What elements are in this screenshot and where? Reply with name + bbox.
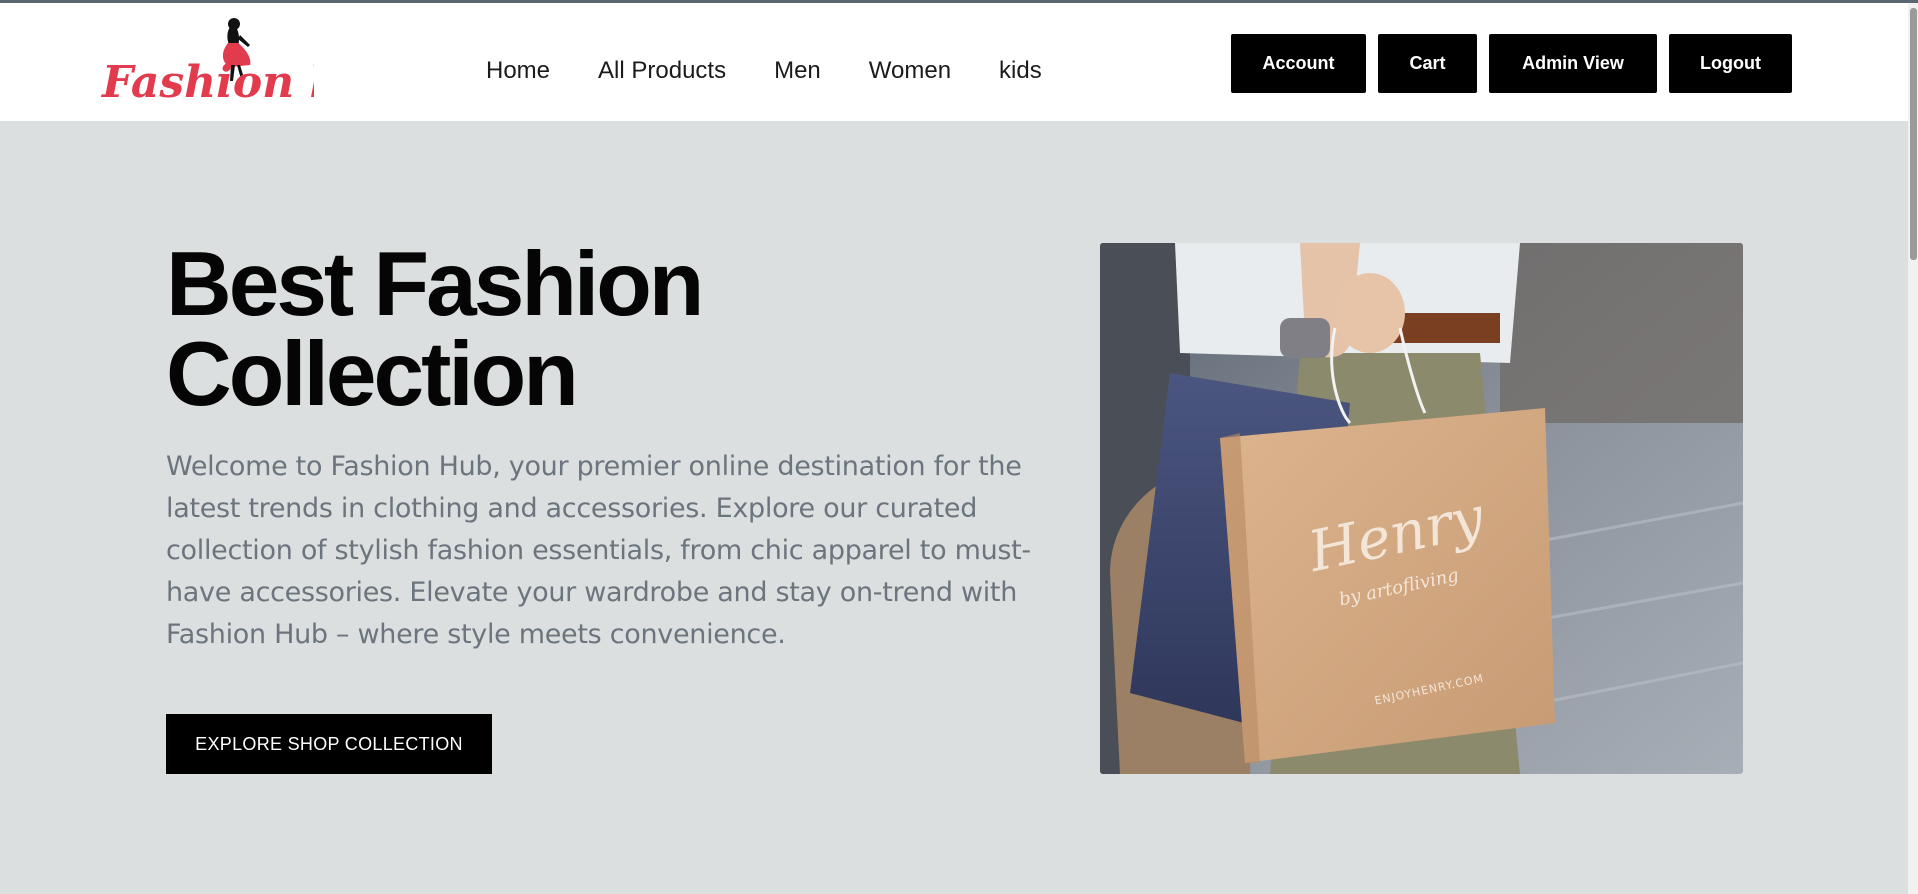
svg-text:Fashion hub: Fashion hub (100, 57, 314, 103)
admin-view-button[interactable]: Admin View (1489, 34, 1657, 93)
nav-men[interactable]: Men (774, 57, 821, 85)
nav-home[interactable]: Home (486, 57, 550, 85)
nav-all-products[interactable]: All Products (598, 57, 726, 85)
hero-title: Best Fashion Collection (166, 239, 866, 420)
main-nav: Home All Products Men Women kids (486, 51, 1090, 91)
cart-button[interactable]: Cart (1378, 34, 1477, 93)
nav-women[interactable]: Women (869, 57, 951, 85)
account-button[interactable]: Account (1231, 34, 1366, 93)
shopping-bags-photo: Henry by artofliving ENJOYHENRY.COM (1100, 243, 1743, 774)
hero-image: Henry by artofliving ENJOYHENRY.COM (1100, 243, 1743, 774)
fashion-figure-logo-icon: Fashion hub (100, 18, 314, 103)
explore-shop-collection-button[interactable]: EXPLORE SHOP COLLECTION (166, 714, 492, 774)
logout-button[interactable]: Logout (1669, 34, 1792, 93)
hero-title-line1: Best Fashion (166, 234, 704, 335)
hero-description: Welcome to Fashion Hub, your premier onl… (166, 451, 1031, 650)
hero-title-line2: Collection (166, 324, 579, 425)
scrollbar-thumb[interactable] (1910, 8, 1917, 260)
navbar: Fashion hub Home All Products Men Women … (0, 3, 1908, 121)
nav-buttons: Account Cart Admin View Logout (1231, 34, 1792, 93)
nav-kids[interactable]: kids (999, 57, 1042, 85)
brand-logo[interactable]: Fashion hub (100, 13, 314, 103)
